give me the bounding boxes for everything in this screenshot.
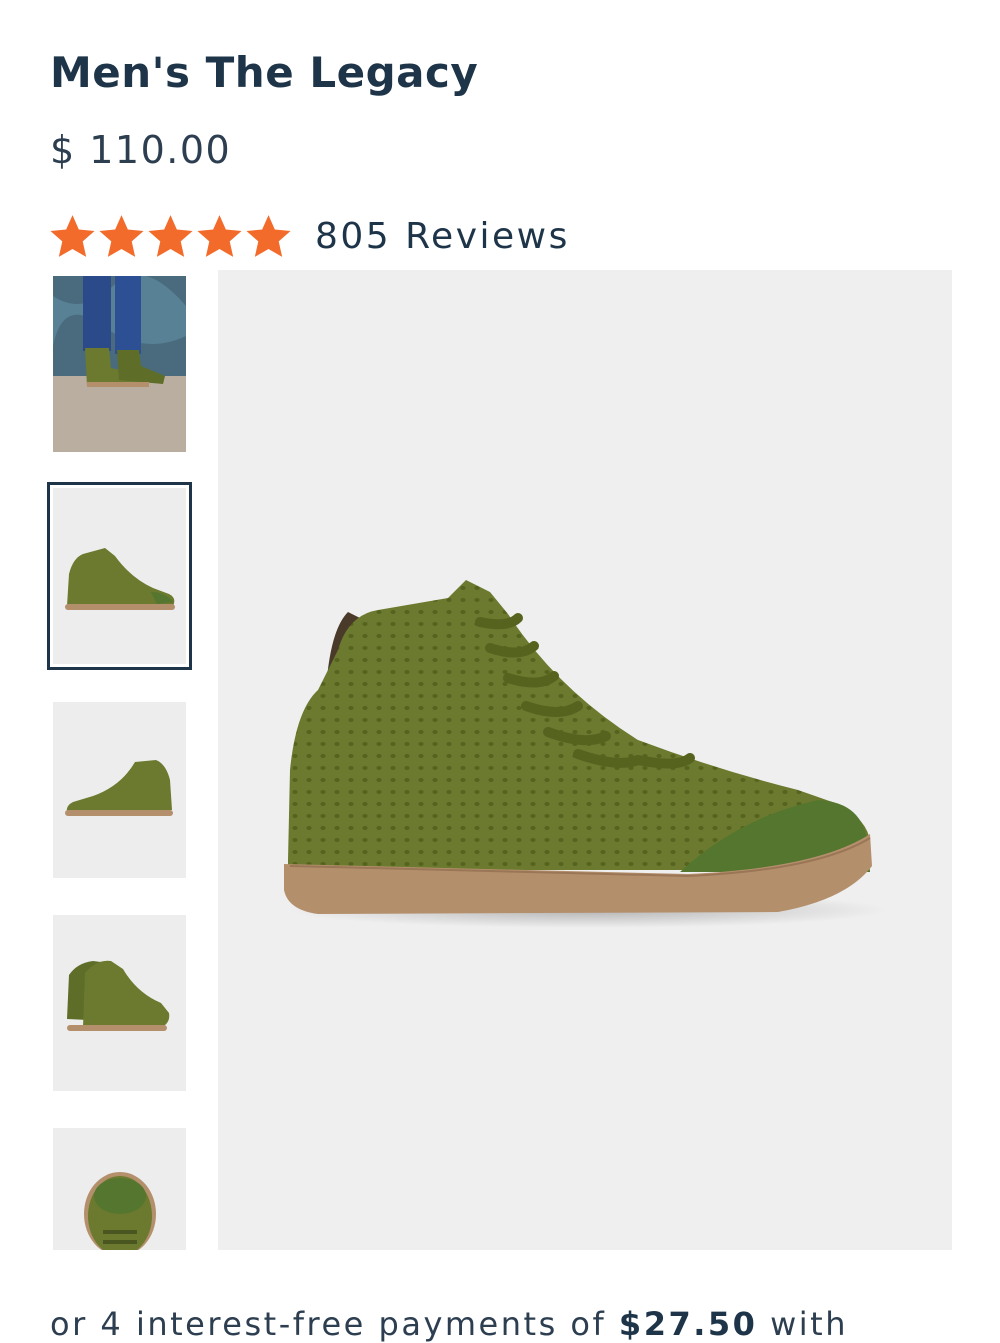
- star-icon: [246, 214, 291, 257]
- product-price: $ 110.00: [50, 128, 232, 172]
- star-icon: [99, 214, 144, 257]
- reviews-link[interactable]: 805 Reviews: [315, 216, 570, 257]
- thumbnail-pair[interactable]: [53, 915, 186, 1091]
- shoe-side-photo-icon: [284, 580, 888, 928]
- star-icon: [148, 214, 193, 257]
- star-icon: [50, 214, 95, 257]
- shoe-side-photo-icon: [65, 548, 175, 610]
- thumbnail-side-alt[interactable]: [53, 702, 186, 878]
- main-product-image[interactable]: [218, 270, 952, 1250]
- installment-prefix: or 4 interest-free payments of: [50, 1305, 619, 1343]
- star-icon: [197, 214, 242, 257]
- shoe-top-photo-icon: [84, 1172, 156, 1250]
- installment-amount: $27.50: [618, 1305, 758, 1343]
- shoe-side-photo-icon: [65, 760, 173, 816]
- installment-payment-text: or 4 interest-free payments of $27.50 wi…: [50, 1305, 848, 1343]
- rating-summary[interactable]: 805 Reviews: [48, 208, 570, 264]
- thumbnail-side-selected[interactable]: [47, 482, 192, 670]
- lifestyle-photo-icon: [53, 276, 186, 452]
- star-rating: [48, 212, 293, 261]
- shoe-pair-photo-icon: [67, 960, 170, 1031]
- thumbnail-top[interactable]: [53, 1128, 186, 1250]
- thumbnail-lifestyle[interactable]: [53, 276, 186, 452]
- installment-suffix: with: [757, 1305, 848, 1343]
- product-title: Men's The Legacy: [50, 48, 479, 97]
